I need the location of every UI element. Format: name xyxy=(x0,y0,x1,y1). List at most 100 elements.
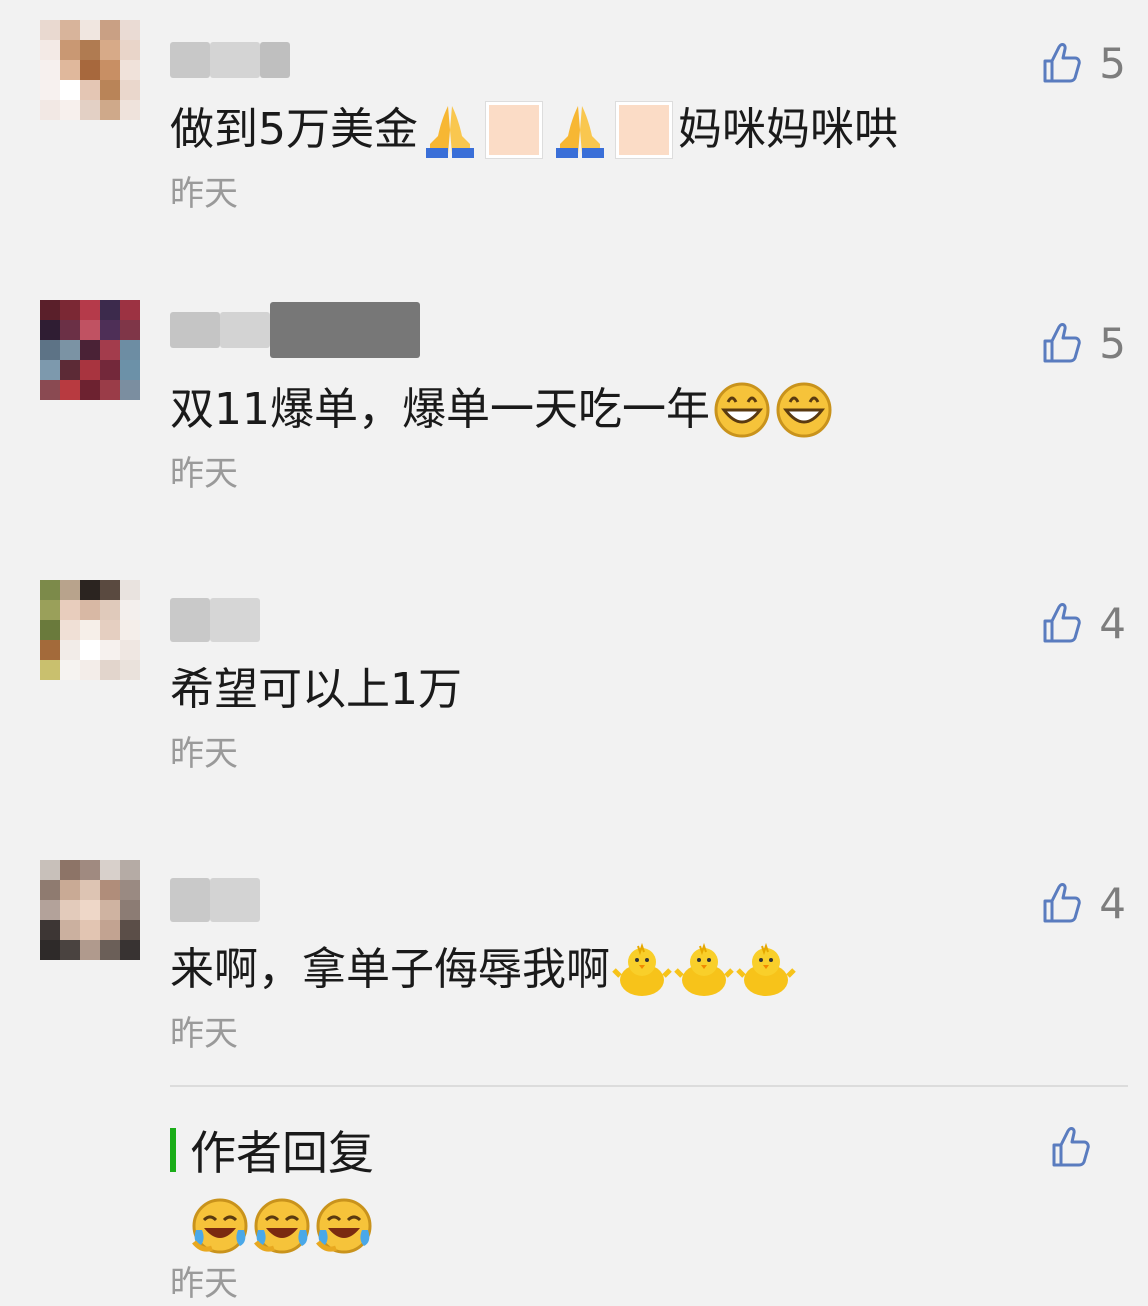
like-button[interactable]: 4 xyxy=(1041,878,1126,928)
like-button[interactable]: 4 xyxy=(1041,598,1126,648)
avatar-pixel xyxy=(60,580,80,600)
avatar-pixel xyxy=(100,600,120,620)
avatar-pixel xyxy=(60,640,80,660)
blur-block xyxy=(210,598,260,642)
avatar-pixel xyxy=(60,860,80,880)
avatar-pixel xyxy=(40,600,60,620)
comment-text-main: 双11爆单，爆单一天吃一年 xyxy=(170,384,710,435)
avatar-pixel xyxy=(40,640,60,660)
avatar-pixel xyxy=(120,20,140,40)
avatar-pixel xyxy=(40,900,60,920)
avatar-pixel xyxy=(120,80,140,100)
thumbs-up-icon xyxy=(1043,883,1082,923)
avatar-pixel xyxy=(80,640,100,660)
avatar-pixel xyxy=(120,380,140,400)
avatar-pixel xyxy=(80,880,100,900)
avatar-pixel xyxy=(80,620,100,640)
avatar-pixel xyxy=(120,320,140,340)
avatar-pixel xyxy=(80,660,100,680)
avatar-pixel xyxy=(80,40,100,60)
avatar-pixel xyxy=(100,360,120,380)
avatar-pixel xyxy=(60,320,80,340)
avatar-pixel xyxy=(40,40,60,60)
like-count: 4 xyxy=(1099,598,1126,648)
avatar-pixel xyxy=(100,340,120,360)
avatar-pixel xyxy=(80,300,100,320)
avatar-pixel xyxy=(120,340,140,360)
author-reply-header: 作者回复 xyxy=(170,1120,374,1180)
avatar-pixel xyxy=(100,620,120,640)
divider xyxy=(170,1085,1128,1087)
like-count: 5 xyxy=(1099,38,1126,88)
avatar-pixel xyxy=(80,60,100,80)
avatar-pixel xyxy=(80,580,100,600)
avatar-pixel xyxy=(120,40,140,60)
avatar-pixel xyxy=(40,940,60,960)
face-with-tears-of-joy-icon xyxy=(254,1198,310,1254)
author-reply-label: 作者回复 xyxy=(190,1126,374,1180)
nickname-blurred[interactable] xyxy=(170,40,290,80)
avatar-pixel xyxy=(80,100,100,120)
avatar-pixel xyxy=(80,920,100,940)
avatar-pixel xyxy=(100,660,120,680)
comment-text: 双11爆单，爆单一天吃一年 xyxy=(170,380,834,440)
blur-block xyxy=(170,42,210,78)
avatar-pixel xyxy=(80,340,100,360)
blur-block xyxy=(170,878,210,922)
grinning-face-icon xyxy=(776,382,832,438)
avatar-pixel xyxy=(120,300,140,320)
missing-glyph-icon xyxy=(616,102,672,158)
avatar-pixel xyxy=(100,380,120,400)
avatar[interactable] xyxy=(40,20,140,120)
avatar-pixel xyxy=(40,60,60,80)
blur-block xyxy=(170,598,210,642)
avatar-pixel xyxy=(60,360,80,380)
avatar-pixel xyxy=(80,940,100,960)
like-button[interactable]: 5 xyxy=(1041,38,1126,88)
avatar-pixel xyxy=(120,880,140,900)
avatar-pixel xyxy=(120,580,140,600)
comment-text-main: 做到5万美金 xyxy=(170,104,418,155)
avatar-pixel xyxy=(100,40,120,60)
avatar[interactable] xyxy=(40,580,140,680)
avatar-pixel xyxy=(100,900,120,920)
author-reply-like-button[interactable] xyxy=(1050,1125,1090,1169)
thumbs-up-icon xyxy=(1043,603,1082,643)
avatar-pixel xyxy=(120,660,140,680)
blur-block xyxy=(210,42,260,78)
blur-block xyxy=(210,878,260,922)
nickname-blurred[interactable] xyxy=(170,878,260,922)
avatar-pixel xyxy=(60,300,80,320)
avatar-pixel xyxy=(120,620,140,640)
avatar-pixel xyxy=(60,880,80,900)
avatar[interactable] xyxy=(40,860,140,960)
blur-block xyxy=(220,312,270,348)
avatar-pixel xyxy=(100,20,120,40)
avatar-pixel xyxy=(60,920,80,940)
blur-block xyxy=(260,42,290,78)
avatar-pixel xyxy=(60,600,80,620)
avatar-pixel xyxy=(100,860,120,880)
avatar-pixel xyxy=(40,320,60,340)
author-reply-accent-bar xyxy=(170,1128,176,1172)
like-count: 5 xyxy=(1099,318,1126,368)
comment-text-main: 来啊，拿单子侮辱我啊 xyxy=(170,944,610,995)
avatar-pixel xyxy=(40,860,60,880)
avatar[interactable] xyxy=(40,300,140,400)
avatar-pixel xyxy=(120,900,140,920)
avatar-pixel xyxy=(80,320,100,340)
avatar-pixel xyxy=(100,100,120,120)
avatar-pixel xyxy=(40,80,60,100)
avatar-pixel xyxy=(60,60,80,80)
hatching-chick-icon xyxy=(736,942,796,996)
avatar-pixel xyxy=(40,300,60,320)
avatar-pixel xyxy=(120,640,140,660)
avatar-pixel xyxy=(100,640,120,660)
nickname-blurred[interactable] xyxy=(170,302,420,358)
avatar-pixel xyxy=(120,360,140,380)
nickname-blurred[interactable] xyxy=(170,598,260,642)
thumbs-up-icon xyxy=(1043,323,1082,363)
avatar-pixel xyxy=(100,320,120,340)
avatar-pixel xyxy=(40,580,60,600)
like-button[interactable]: 5 xyxy=(1041,318,1126,368)
